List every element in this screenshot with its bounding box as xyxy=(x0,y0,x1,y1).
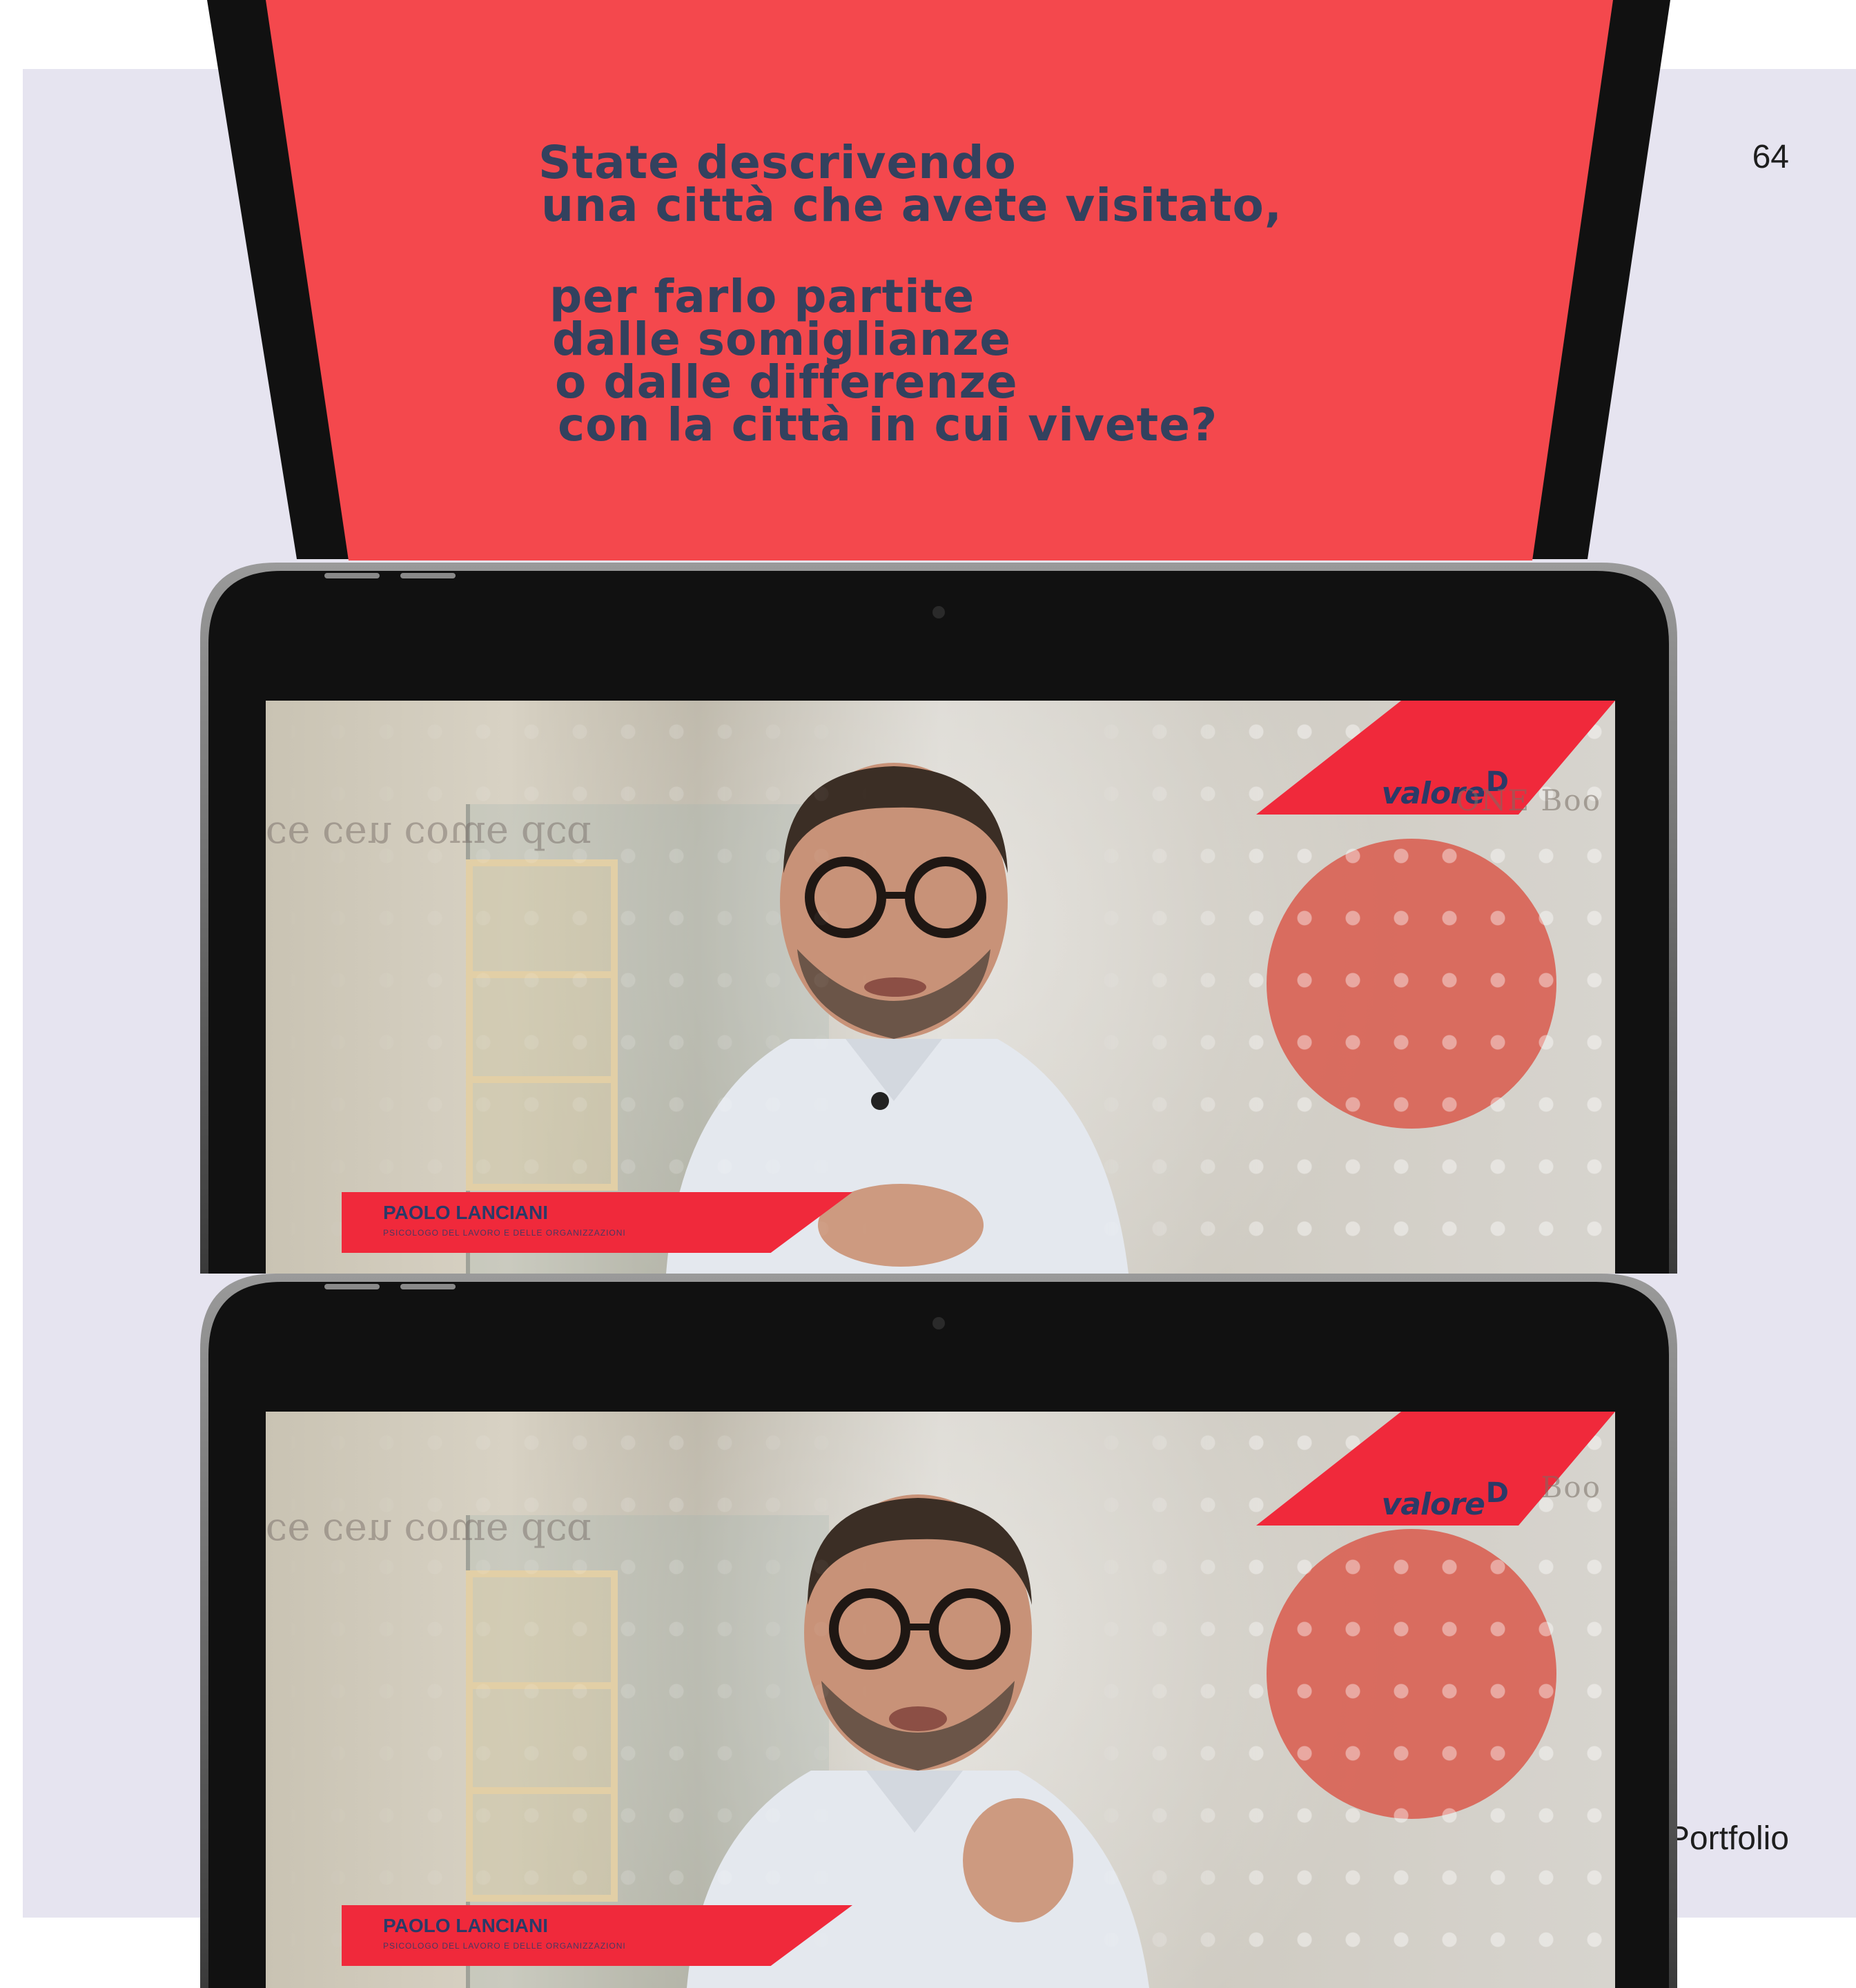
slide-line: o dalle differenze xyxy=(555,355,1018,409)
tablet-video-2: ɒɔp ɘmoɔ uɘɔ ɘɔ valoreD Boo PAOLO LANCIA… xyxy=(200,1274,1677,1988)
slide-line: con la città in cui vivete? xyxy=(558,398,1218,451)
background-sign: ONE Boo xyxy=(1456,783,1601,817)
brand-logo: valoreD xyxy=(1381,1477,1509,1522)
lower-third: PAOLO LANCIANI PSICOLOGO DEL LAVORO E DE… xyxy=(342,1905,852,1966)
tablet-video-1: ɒɔp ɘmoɔ uɘɔ ɘɔ valoreD ONE Boo PAOLO LA… xyxy=(200,563,1677,1274)
tablet-slide: State descrivendo una città che avete vi… xyxy=(0,0,1856,566)
speaker-name: PAOLO LANCIANI xyxy=(383,1202,549,1223)
brand-mark: D xyxy=(1485,1477,1509,1509)
speaker-role: PSICOLOGO DEL LAVORO E DELLE ORGANIZZAZI… xyxy=(383,1228,626,1238)
video-screen[interactable]: ɒɔp ɘmoɔ uɘɔ ɘɔ valoreD ONE Boo PAOLO LA… xyxy=(266,701,1615,1274)
slide-line: per farlo partite xyxy=(549,270,975,323)
brand-wordmark: valore xyxy=(1381,1487,1485,1522)
slide-line: una città che avete visitato, xyxy=(541,179,1282,232)
slide-line: dalle somiglianze xyxy=(552,313,1011,366)
speaker-name: PAOLO LANCIANI xyxy=(383,1915,549,1936)
background-sign: Boo xyxy=(1541,1470,1601,1504)
portfolio-label: Portfolio xyxy=(1667,1820,1789,1857)
slide-question: State descrivendo una città che avete vi… xyxy=(538,136,1282,451)
video-screen[interactable]: ɒɔp ɘmoɔ uɘɔ ɘɔ valoreD Boo PAOLO LANCIA… xyxy=(266,1412,1615,1988)
slide-line: State descrivendo xyxy=(538,136,1017,189)
lower-third: PAOLO LANCIANI PSICOLOGO DEL LAVORO E DE… xyxy=(342,1192,852,1253)
speaker-role: PSICOLOGO DEL LAVORO E DELLE ORGANIZZAZI… xyxy=(383,1941,626,1951)
